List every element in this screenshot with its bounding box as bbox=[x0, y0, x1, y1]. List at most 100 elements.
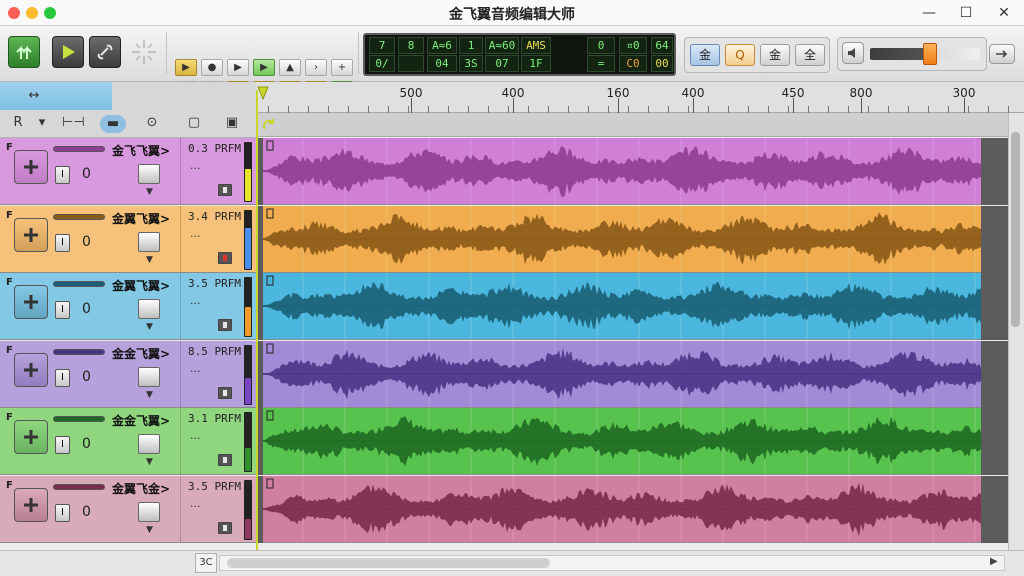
grid-button-top-6[interactable]: + bbox=[331, 59, 353, 76]
play-button[interactable] bbox=[52, 36, 84, 68]
resize-icon[interactable]: ↔ bbox=[22, 88, 46, 103]
record-arm-button[interactable] bbox=[8, 36, 40, 68]
more-icon[interactable]: ··· bbox=[190, 365, 201, 378]
track-gain-slider[interactable] bbox=[53, 281, 105, 287]
track-solo-button[interactable]: I bbox=[55, 368, 70, 387]
more-icon[interactable]: ··· bbox=[190, 432, 201, 445]
track-gain-slider[interactable] bbox=[53, 483, 105, 490]
more-icon[interactable]: ··· bbox=[190, 162, 201, 175]
track-pan-box[interactable] bbox=[138, 366, 160, 387]
track-io-button[interactable] bbox=[218, 184, 232, 196]
audio-clip-t1[interactable] bbox=[263, 138, 981, 205]
track-solo-button[interactable]: I bbox=[55, 436, 70, 454]
chevron-down-icon[interactable]: ▼ bbox=[146, 255, 153, 265]
track-name[interactable]: 金金飞翼> bbox=[112, 345, 170, 362]
clip-handle-icon[interactable] bbox=[266, 275, 274, 286]
track-header-t4[interactable]: F I 0 金金飞翼> 8.5 PRFM ··· ▼ bbox=[0, 340, 256, 408]
close-button[interactable]: ✕ bbox=[990, 3, 1018, 23]
clip-handle-icon[interactable] bbox=[266, 410, 274, 421]
track-mute-button[interactable] bbox=[14, 420, 48, 454]
track-mute-button[interactable] bbox=[14, 285, 48, 319]
speaker-button[interactable] bbox=[842, 42, 864, 64]
track-io-button[interactable] bbox=[218, 386, 232, 399]
track-header-t3[interactable]: F I 0 金翼飞翼> 3.5 PRFM ··· ▼ bbox=[0, 273, 256, 340]
track-header-t6[interactable]: F I 0 金翼飞金> 3.5 PRFM ··· ▼ bbox=[0, 475, 256, 543]
audio-clip-t3[interactable] bbox=[263, 273, 981, 340]
track-solo-button[interactable]: I bbox=[55, 166, 70, 184]
track-solo-button[interactable]: I bbox=[55, 503, 70, 522]
track-header-t2[interactable]: F I 0 金翼飞翼> 3.4 PRFM ··· ▼ bbox=[0, 205, 256, 273]
track-pan-box[interactable] bbox=[138, 299, 160, 319]
track-name[interactable]: 金金飞翼> bbox=[112, 412, 170, 429]
mode-button-1[interactable]: Q bbox=[725, 44, 755, 66]
clip-handle-icon[interactable] bbox=[266, 208, 274, 218]
playhead[interactable] bbox=[256, 90, 258, 550]
audio-clip-t2[interactable] bbox=[263, 205, 981, 273]
volume-knob[interactable] bbox=[922, 43, 937, 65]
crosshair-button[interactable] bbox=[128, 36, 160, 68]
track-pan-box[interactable] bbox=[138, 434, 160, 454]
minimize-button[interactable]: — bbox=[915, 3, 943, 23]
track-tool-4[interactable]: ⊙ bbox=[142, 115, 162, 130]
mode-button-0[interactable]: 金 bbox=[690, 44, 720, 66]
chevron-down-icon[interactable]: ▼ bbox=[146, 322, 153, 332]
scroll-right-arrow[interactable]: ▶ bbox=[990, 556, 998, 567]
marker-row[interactable] bbox=[256, 113, 1024, 137]
track-io-button[interactable] bbox=[218, 454, 232, 466]
track-name[interactable]: 金翼飞翼> bbox=[112, 210, 170, 227]
track-mute-button[interactable] bbox=[14, 150, 48, 184]
track-pan-box[interactable] bbox=[138, 501, 160, 522]
track-solo-button[interactable]: I bbox=[55, 233, 70, 252]
track-tool-3[interactable]: ▬ bbox=[100, 115, 126, 133]
track-name[interactable]: 金飞飞翼> bbox=[112, 142, 170, 159]
grid-button-top-4[interactable]: ▲ bbox=[279, 59, 301, 76]
clip-handle-icon[interactable] bbox=[266, 478, 274, 488]
playhead-handle-icon[interactable] bbox=[257, 86, 269, 100]
track-name[interactable]: 金翼飞翼> bbox=[112, 277, 170, 294]
track-tool-1[interactable]: ▾ bbox=[32, 115, 52, 130]
track-io-button[interactable] bbox=[218, 251, 232, 264]
track-gain-slider[interactable] bbox=[53, 416, 105, 422]
more-icon[interactable]: ··· bbox=[190, 297, 201, 310]
link-button[interactable] bbox=[89, 36, 121, 68]
track-header-t1[interactable]: F I 0 金飞飞翼> 0.3 PRFM ··· ▼ bbox=[0, 138, 256, 205]
chevron-down-icon[interactable]: ▼ bbox=[146, 457, 153, 467]
output-button[interactable] bbox=[989, 44, 1015, 64]
track-io-button[interactable] bbox=[218, 319, 232, 331]
zoom-box[interactable]: 3C bbox=[195, 553, 217, 573]
grid-button-top-3[interactable]: ▶ bbox=[253, 59, 275, 76]
track-tool-5[interactable]: ▢ bbox=[184, 115, 204, 130]
track-gain-slider[interactable] bbox=[53, 146, 105, 152]
grid-button-top-1[interactable]: ● bbox=[201, 59, 223, 76]
maximize-button[interactable]: ☐ bbox=[952, 3, 980, 23]
track-gain-slider[interactable] bbox=[53, 348, 105, 355]
loop-marker-icon[interactable] bbox=[261, 115, 281, 135]
timeline-ruler[interactable]: 500 400 160 400 450 800 300 bbox=[256, 82, 1024, 113]
track-tool-6[interactable]: ▣ bbox=[222, 115, 242, 130]
grid-button-top-2[interactable]: ▶ bbox=[227, 59, 249, 76]
audio-clip-t4[interactable] bbox=[263, 340, 981, 408]
track-name[interactable]: 金翼飞金> bbox=[112, 480, 170, 497]
chevron-down-icon[interactable]: ▼ bbox=[146, 187, 153, 197]
horizontal-scroll-thumb[interactable] bbox=[227, 558, 550, 568]
track-mute-button[interactable] bbox=[14, 487, 48, 522]
grid-button-top-0[interactable]: ▶ bbox=[175, 59, 197, 76]
mode-button-3[interactable]: 全 bbox=[795, 44, 825, 66]
more-icon[interactable]: ··· bbox=[190, 230, 201, 243]
audio-clip-t6[interactable] bbox=[263, 475, 981, 543]
grid-button-top-5[interactable]: › bbox=[305, 59, 327, 76]
track-tool-2[interactable]: ⊢⊣ bbox=[62, 115, 85, 130]
track-mute-button[interactable] bbox=[14, 217, 48, 252]
track-io-button[interactable] bbox=[218, 521, 232, 534]
chevron-down-icon[interactable]: ▼ bbox=[146, 390, 153, 400]
track-mute-button[interactable] bbox=[14, 352, 48, 387]
track-tool-0[interactable]: R bbox=[8, 115, 28, 130]
vertical-scroll-thumb[interactable] bbox=[1011, 132, 1020, 327]
mode-button-2[interactable]: 金 bbox=[760, 44, 790, 66]
track-solo-button[interactable]: I bbox=[55, 301, 70, 319]
track-gain-slider[interactable] bbox=[53, 213, 105, 220]
clip-handle-icon[interactable] bbox=[266, 140, 274, 151]
audio-clip-t5[interactable] bbox=[263, 408, 981, 475]
track-header-t5[interactable]: F I 0 金金飞翼> 3.1 PRFM ··· ▼ bbox=[0, 408, 256, 475]
more-icon[interactable]: ··· bbox=[190, 500, 201, 513]
